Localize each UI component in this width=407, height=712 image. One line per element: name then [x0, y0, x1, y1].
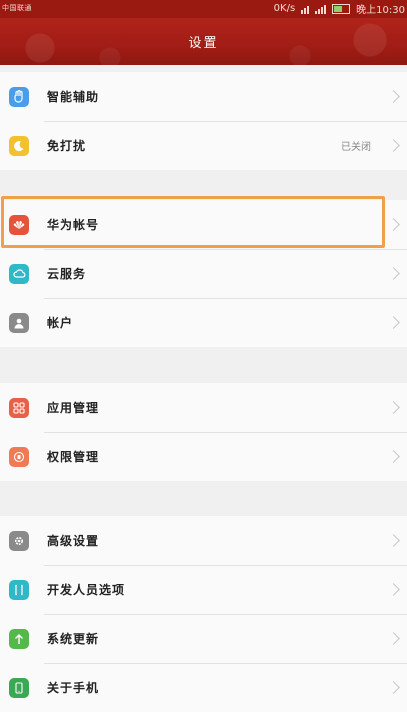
setting-label: 系统更新 — [47, 632, 100, 646]
battery-icon — [332, 3, 351, 14]
chevron-right-icon — [387, 401, 400, 414]
settings-group-1: 智能辅助 免打扰 已关闭 — [0, 72, 407, 170]
chevron-right-icon — [387, 316, 400, 329]
status-bar: 中国联通 0K/s 晚上10:30 — [0, 0, 407, 18]
moon-icon — [9, 135, 29, 156]
settings-group-2: 华为帐号 云服务 帐户 — [0, 200, 407, 347]
arrow-up-icon — [9, 628, 29, 649]
setting-advanced[interactable]: 高级设置 — [0, 516, 407, 565]
braces-icon — [9, 579, 29, 600]
chevron-right-icon — [387, 583, 400, 596]
settings-group-4: 高级设置 开发人员选项 系统更新 关于手机 — [0, 516, 407, 712]
chevron-right-icon — [387, 632, 400, 645]
setting-label: 开发人员选项 — [47, 583, 126, 597]
setting-do-not-disturb[interactable]: 免打扰 已关闭 — [0, 121, 407, 170]
phone-icon — [9, 677, 29, 698]
page-title: 设置 — [188, 36, 219, 51]
settings-group-3: 应用管理 权限管理 — [0, 383, 407, 481]
chevron-right-icon — [387, 681, 400, 694]
title-bar: 设置 — [0, 18, 407, 65]
carrier-name: 中国联通 — [2, 4, 32, 12]
signal-icon — [315, 4, 327, 14]
chevron-right-icon — [387, 90, 400, 103]
clock: 晚上10:30 — [356, 5, 405, 16]
wifi-icon — [301, 4, 310, 14]
setting-cloud-service[interactable]: 云服务 — [0, 249, 407, 298]
chevron-right-icon — [387, 534, 400, 547]
setting-accounts[interactable]: 帐户 — [0, 298, 407, 347]
setting-permission-management[interactable]: 权限管理 — [0, 432, 407, 481]
setting-label: 帐户 — [47, 316, 74, 330]
setting-label: 应用管理 — [47, 401, 100, 415]
setting-label: 免打扰 — [47, 139, 87, 153]
setting-app-management[interactable]: 应用管理 — [0, 383, 407, 432]
setting-developer-options[interactable]: 开发人员选项 — [0, 565, 407, 614]
setting-label: 关于手机 — [47, 681, 100, 695]
chevron-right-icon — [387, 450, 400, 463]
setting-label: 智能辅助 — [47, 90, 100, 104]
person-icon — [9, 312, 29, 333]
setting-huawei-account[interactable]: 华为帐号 — [0, 200, 407, 249]
cloud-icon — [9, 263, 29, 284]
setting-smart-assist[interactable]: 智能辅助 — [0, 72, 407, 121]
setting-label: 高级设置 — [47, 534, 100, 548]
chevron-right-icon — [387, 267, 400, 280]
setting-label: 云服务 — [47, 267, 87, 281]
shield-icon — [9, 446, 29, 467]
hand-icon — [9, 86, 29, 107]
chevron-right-icon — [387, 139, 400, 152]
apps-grid-icon — [9, 397, 29, 418]
chevron-right-icon — [387, 218, 400, 231]
gear-icon — [9, 530, 29, 551]
setting-label: 华为帐号 — [47, 218, 100, 232]
setting-status-value: 已关闭 — [341, 142, 371, 153]
network-speed: 0K/s — [273, 3, 296, 14]
setting-system-update[interactable]: 系统更新 — [0, 614, 407, 663]
setting-label: 权限管理 — [47, 450, 100, 464]
huawei-logo-icon — [9, 214, 29, 235]
setting-about-phone[interactable]: 关于手机 — [0, 663, 407, 712]
